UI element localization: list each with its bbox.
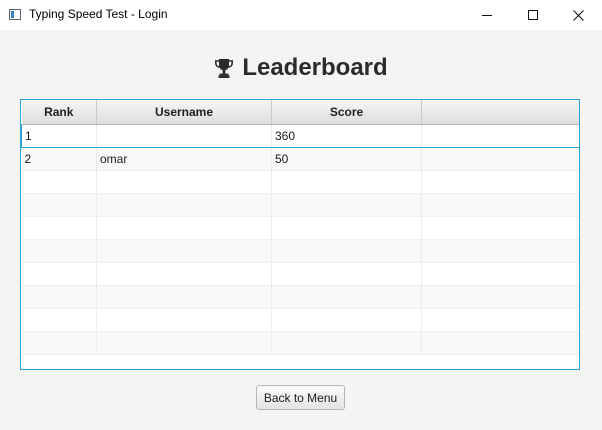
minimize-icon xyxy=(482,15,492,16)
app-icon xyxy=(9,9,21,20)
leaderboard-table[interactable]: Rank Username Score 1 360 2 omar 50 xyxy=(20,99,580,370)
table-row-empty xyxy=(21,285,579,309)
trophy-icon xyxy=(215,59,234,78)
cell-username: omar xyxy=(96,147,272,171)
cell-empty xyxy=(21,216,97,240)
cell-empty xyxy=(421,308,579,332)
cell-empty xyxy=(421,216,579,240)
cell-empty xyxy=(421,239,579,263)
cell-empty xyxy=(421,262,579,286)
cell-empty xyxy=(271,193,422,217)
cell-rank: 2 xyxy=(21,147,97,171)
back-to-menu-button[interactable]: Back to Menu xyxy=(256,385,345,410)
cell-empty xyxy=(96,193,272,217)
cell-empty xyxy=(271,216,422,240)
column-header-username[interactable]: Username xyxy=(96,100,272,125)
cell-score: 50 xyxy=(271,147,422,171)
cell-empty xyxy=(21,331,97,355)
window-title: Typing Speed Test - Login xyxy=(29,7,168,21)
table-body: 1 360 2 omar 50 xyxy=(21,124,579,355)
table-row-empty xyxy=(21,331,579,355)
table-row-empty xyxy=(21,170,579,194)
close-button[interactable] xyxy=(555,0,601,30)
table-row-empty xyxy=(21,262,579,286)
cell-empty xyxy=(271,170,422,194)
table-header-row: Rank Username Score xyxy=(21,100,579,125)
cell-empty xyxy=(421,193,579,217)
table-row-empty xyxy=(21,308,579,332)
cell-empty xyxy=(21,285,97,309)
cell-empty xyxy=(21,262,97,286)
column-header-score[interactable]: Score xyxy=(271,100,422,125)
cell-empty xyxy=(421,147,579,171)
table-row[interactable]: 2 omar 50 xyxy=(21,147,579,171)
column-header-filler xyxy=(421,100,579,125)
cell-empty xyxy=(271,308,422,332)
maximize-icon xyxy=(528,10,538,20)
cell-empty xyxy=(271,239,422,263)
cell-empty xyxy=(421,331,579,355)
cell-empty xyxy=(421,170,579,194)
cell-empty xyxy=(271,285,422,309)
cell-empty xyxy=(21,308,97,332)
close-icon xyxy=(572,9,584,21)
table-row-empty xyxy=(21,193,579,217)
cell-empty xyxy=(21,170,97,194)
cell-empty xyxy=(96,239,272,263)
page-title: Leaderboard xyxy=(242,54,388,81)
cell-score: 360 xyxy=(271,124,422,148)
minimize-button[interactable] xyxy=(464,0,510,30)
cell-empty xyxy=(96,262,272,286)
cell-empty xyxy=(96,308,272,332)
cell-empty xyxy=(96,170,272,194)
cell-empty xyxy=(96,331,272,355)
cell-empty xyxy=(421,285,579,309)
cell-empty xyxy=(21,193,97,217)
title-bar: Typing Speed Test - Login xyxy=(0,0,602,30)
maximize-button[interactable] xyxy=(510,0,556,30)
table-row-empty xyxy=(21,216,579,240)
page-heading: Leaderboard xyxy=(0,52,602,84)
cell-empty xyxy=(21,239,97,263)
cell-empty xyxy=(421,124,579,148)
cell-empty xyxy=(271,262,422,286)
cell-empty xyxy=(96,216,272,240)
cell-empty xyxy=(96,285,272,309)
column-header-rank[interactable]: Rank xyxy=(21,100,97,125)
cell-username xyxy=(96,124,272,148)
cell-rank: 1 xyxy=(21,124,97,148)
cell-empty xyxy=(271,331,422,355)
table-row[interactable]: 1 360 xyxy=(21,124,579,148)
table-row-empty xyxy=(21,239,579,263)
